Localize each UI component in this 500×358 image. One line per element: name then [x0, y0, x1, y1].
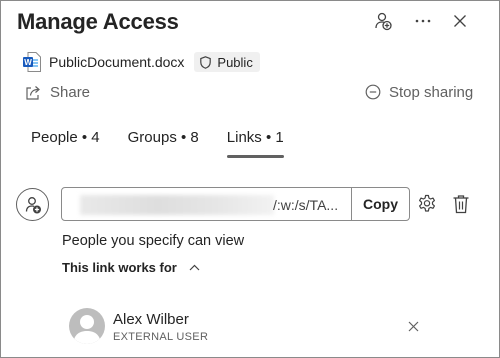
tab-list: People • 4 Groups • 8 Links • 1 [31, 129, 312, 161]
share-icon [26, 85, 40, 100]
trash-icon [453, 195, 469, 214]
remove-user-button[interactable] [402, 315, 424, 337]
close-button[interactable] [449, 10, 471, 32]
copy-button[interactable]: Copy [351, 187, 410, 221]
manage-access-panel: Manage Access W PublicDocument.docx Publ… [0, 0, 500, 358]
person-icon [73, 315, 101, 344]
file-info: W PublicDocument.docx Public [23, 51, 260, 73]
svg-text:W: W [24, 58, 32, 67]
add-person-icon [25, 196, 41, 213]
user-type: EXTERNAL USER [113, 331, 209, 343]
gear-icon [419, 194, 435, 212]
link-works-for-toggle[interactable]: This link works for [62, 260, 200, 275]
shield-icon [200, 55, 212, 69]
share-button[interactable]: Share [25, 81, 90, 103]
word-document-icon: W [23, 52, 41, 72]
add-person-icon [375, 12, 392, 31]
user-name: Alex Wilber [113, 311, 189, 328]
link-url-text: /:w:/s/TA... [273, 197, 339, 213]
stop-sharing-button[interactable]: Stop sharing [365, 81, 473, 103]
more-icon [415, 19, 431, 23]
badge-label: Public [217, 54, 253, 70]
add-people-to-link-button[interactable] [16, 188, 49, 221]
minus-circle-icon [365, 84, 381, 100]
chevron-up-icon [189, 264, 200, 271]
stop-sharing-label: Stop sharing [389, 83, 474, 101]
page-title: Manage Access [17, 9, 179, 34]
avatar [69, 308, 105, 344]
works-for-label: This link works for [62, 260, 177, 275]
close-icon [408, 321, 418, 331]
delete-link-button[interactable] [450, 193, 472, 215]
tab-groups[interactable]: Groups • 8 [128, 129, 199, 159]
more-options-button[interactable] [412, 10, 434, 32]
link-permission-text: People you specify can view [62, 233, 245, 249]
link-settings-button[interactable] [416, 193, 438, 215]
add-person-button[interactable] [372, 10, 394, 32]
close-icon [454, 15, 466, 27]
link-url-field[interactable]: /:w:/s/TA... [61, 187, 352, 221]
share-label: Share [50, 83, 91, 101]
tab-people[interactable]: People • 4 [31, 129, 100, 159]
redacted-url-part [80, 195, 274, 215]
public-badge: Public [194, 52, 260, 72]
tab-links[interactable]: Links • 1 [226, 129, 284, 159]
file-name: PublicDocument.docx [49, 54, 185, 70]
